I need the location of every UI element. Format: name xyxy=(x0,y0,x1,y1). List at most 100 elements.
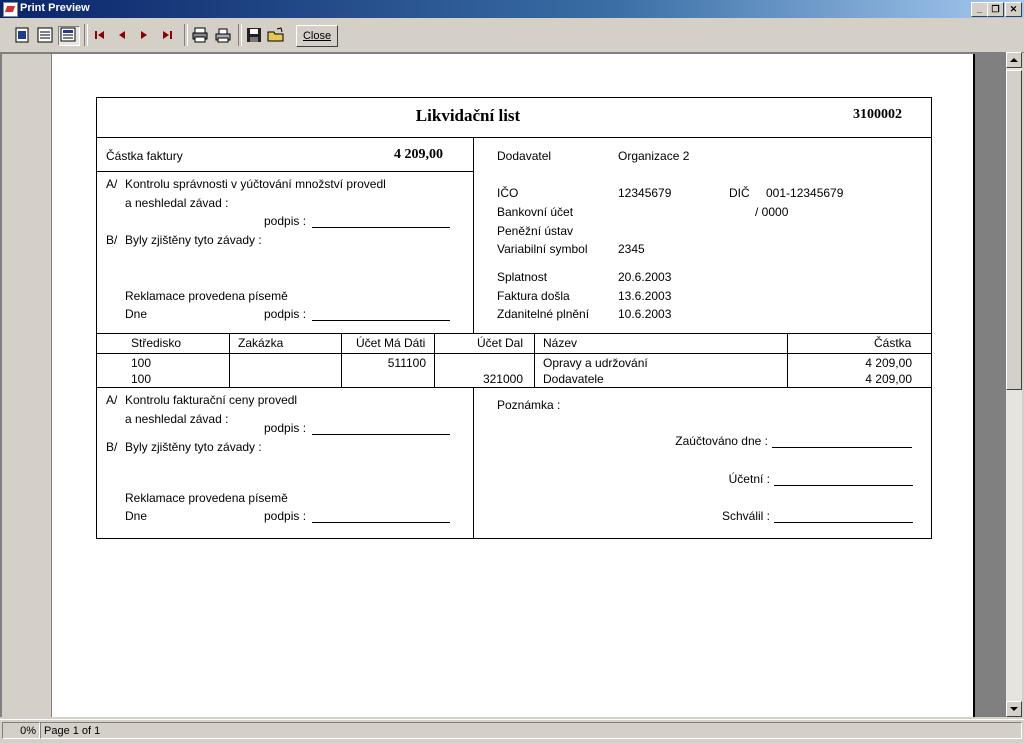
check1-a-text2: a neshledal závad : xyxy=(125,196,229,210)
toolbar: Close xyxy=(0,18,1024,53)
vertical-scrollbar[interactable] xyxy=(1006,52,1022,717)
open-button[interactable] xyxy=(266,26,286,44)
print-button[interactable] xyxy=(213,26,233,44)
printer-icon xyxy=(215,28,231,43)
restore-button[interactable]: ❐ xyxy=(987,2,1004,17)
scroll-thumb[interactable] xyxy=(1006,70,1022,390)
whole-page-button[interactable] xyxy=(58,26,80,46)
ico-value: 12345679 xyxy=(618,186,672,200)
divider xyxy=(473,137,474,333)
page-width-button[interactable] xyxy=(35,26,55,44)
preview-area: Likvidační list 3100002 Částka faktury 4… xyxy=(0,52,1006,717)
table-cell-name: Opravy a udržování xyxy=(543,356,648,370)
check2-a-prefix: A/ xyxy=(106,393,118,407)
liquidation-form: Likvidační list 3100002 Částka faktury 4… xyxy=(96,97,932,539)
supplier-value: Organizace 2 xyxy=(618,149,690,163)
signature-line xyxy=(772,447,912,448)
window-title: Print Preview xyxy=(20,2,90,14)
table-cell-credit: 321000 xyxy=(482,372,523,386)
toolbar-separator xyxy=(238,24,242,46)
zoom-level: 0% xyxy=(2,722,40,739)
one-page-button[interactable] xyxy=(12,26,32,44)
next-page-icon xyxy=(141,31,147,39)
status-bar: 0% Page 1 of 1 xyxy=(0,719,1024,743)
col-header-debit: Účet Má Dáti xyxy=(356,336,426,350)
signature-line xyxy=(312,227,450,228)
divider xyxy=(229,333,230,387)
accountant-label: Účetní : xyxy=(728,472,770,486)
vs-value: 2345 xyxy=(618,242,645,256)
vs-label: Variabilní symbol xyxy=(497,242,588,256)
next-page-button[interactable] xyxy=(134,26,154,44)
check1-a-text: Kontrolu správnosti v yúčtování množství… xyxy=(125,177,386,191)
last-page-icon xyxy=(163,31,172,39)
divider xyxy=(97,353,931,354)
divider xyxy=(473,387,474,538)
col-header-center: Středisko xyxy=(131,336,182,350)
floppy-disk-icon xyxy=(247,28,261,42)
approved-label: Schválil : xyxy=(721,509,770,523)
print-setup-icon xyxy=(192,27,208,43)
check2-a-text2: a neshledal závad : xyxy=(125,412,229,426)
signature-line xyxy=(774,485,913,486)
previous-page-button[interactable] xyxy=(112,26,132,44)
check2-date-label: Dne xyxy=(125,509,148,523)
col-header-order: Zakázka xyxy=(238,336,284,350)
print-setup-button[interactable] xyxy=(190,26,210,44)
previous-page-icon xyxy=(119,31,125,39)
divider xyxy=(97,333,931,334)
table-cell-amount: 4 209,00 xyxy=(865,372,912,386)
signature-line xyxy=(774,522,913,523)
check2-b-text: Byly zjištěny tyto závady : xyxy=(125,440,262,454)
ico-label: IČO xyxy=(497,186,519,200)
table-cell-amount: 4 209,00 xyxy=(865,356,912,370)
whole-page-icon xyxy=(60,27,76,42)
page-indicator: Page 1 of 1 xyxy=(40,722,1022,739)
signature-line xyxy=(312,320,450,321)
amount-value: 4 209,00 xyxy=(394,147,443,162)
note-label: Poznámka : xyxy=(497,398,561,412)
arrived-label: Faktura došla xyxy=(497,289,570,303)
dic-value: 001-12345679 xyxy=(766,186,844,200)
close-preview-button[interactable]: Close xyxy=(296,25,338,47)
minimize-button[interactable]: _ xyxy=(971,2,988,17)
divider xyxy=(534,333,535,387)
col-header-amount: Částka xyxy=(874,336,912,350)
col-header-name: Název xyxy=(543,336,578,350)
bank-label: Bankovní účet xyxy=(497,205,574,219)
toolbar-separator xyxy=(184,24,188,46)
preview-page: Likvidační list 3100002 Částka faktury 4… xyxy=(52,54,975,717)
first-page-button[interactable] xyxy=(90,26,110,44)
doc-number: 3100002 xyxy=(853,107,902,122)
doc-title: Likvidační list xyxy=(415,106,521,125)
check1-a-prefix: A/ xyxy=(106,177,118,191)
table-cell-center: 100 xyxy=(131,356,152,370)
check1-claim: Reklamace provedena písemě xyxy=(125,289,288,303)
col-header-credit: Účet Dal xyxy=(477,336,524,350)
first-page-icon xyxy=(95,31,104,39)
taxable-value: 10.6.2003 xyxy=(618,307,672,321)
dic-label: DIČ xyxy=(729,186,750,200)
signature-line xyxy=(312,522,450,523)
signature-line xyxy=(312,434,450,435)
supplier-label: Dodavatel xyxy=(497,149,552,163)
scroll-down-button[interactable] xyxy=(1006,701,1022,717)
save-button[interactable] xyxy=(244,26,264,44)
table-cell-name: Dodavatele xyxy=(543,372,604,386)
divider xyxy=(97,137,931,138)
table-cell-center: 100 xyxy=(131,372,152,386)
due-value: 20.6.2003 xyxy=(618,270,672,284)
amount-label: Částka faktury xyxy=(106,149,183,163)
taxable-label: Zdanitelné plnění xyxy=(497,307,590,321)
scroll-up-button[interactable] xyxy=(1006,52,1022,68)
money-label: Peněžní ústav xyxy=(497,224,574,238)
page-width-icon xyxy=(37,27,53,43)
open-folder-icon xyxy=(267,27,284,42)
arrow-up-icon xyxy=(1010,58,1018,62)
preview-margin xyxy=(2,54,51,717)
divider xyxy=(97,387,931,388)
last-page-button[interactable] xyxy=(157,26,177,44)
check2-sign-label: podpis : xyxy=(264,421,307,435)
close-window-button[interactable]: ✕ xyxy=(1005,2,1022,17)
title-bar: Print Preview _ ❐ ✕ xyxy=(0,0,1024,18)
